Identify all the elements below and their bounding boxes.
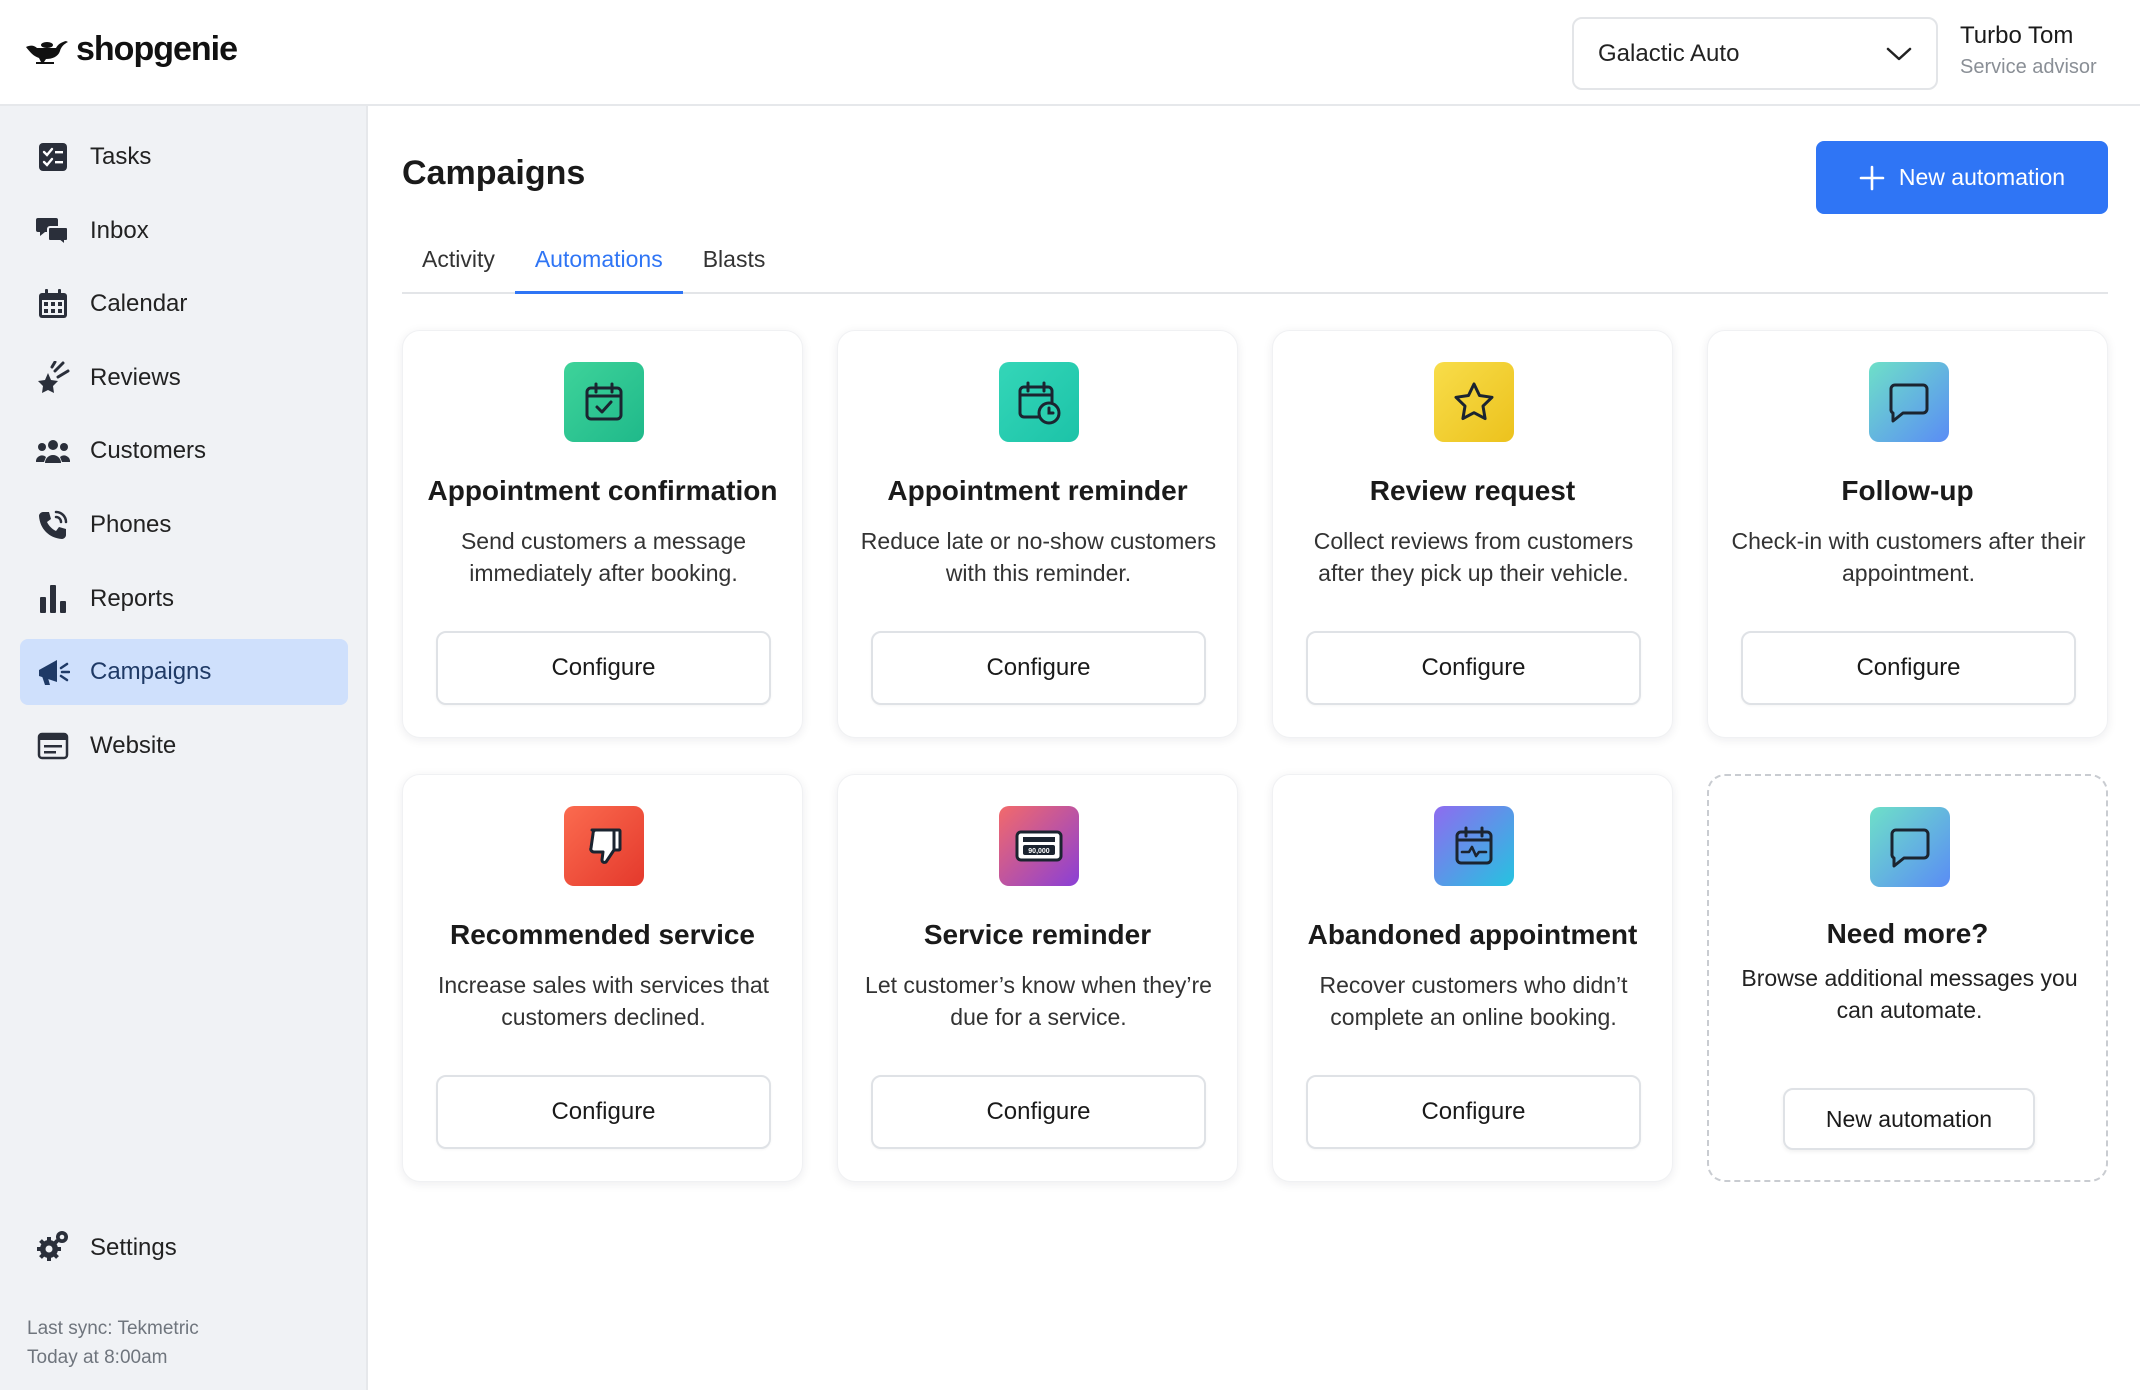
sidebar: Tasks Inbox Calendar Reviews Customers P… xyxy=(0,106,368,1390)
website-icon xyxy=(36,729,70,763)
automation-card-abandoned-appointment: Abandoned appointment Recover customers … xyxy=(1272,774,1673,1182)
reviews-icon xyxy=(36,360,70,395)
automation-card-review-request: Review request Collect reviews from cust… xyxy=(1272,330,1673,738)
card-description: Send customers a message immediately aft… xyxy=(460,528,747,586)
sidebar-item-label: Phones xyxy=(90,510,172,538)
configure-button[interactable]: Configure xyxy=(436,1075,771,1149)
sidebar-item-website[interactable]: Website xyxy=(20,713,348,779)
tab-blasts[interactable]: Blasts xyxy=(683,242,786,294)
user-role: Service advisor xyxy=(1960,56,2097,78)
user-menu[interactable]: Turbo Tom Service advisor xyxy=(1960,22,2097,79)
configure-button[interactable]: Configure xyxy=(871,1075,1206,1149)
sidebar-item-label: Calendar xyxy=(90,290,188,318)
automation-card-appointment-reminder: Appointment reminder Reduce late or no-s… xyxy=(837,330,1238,738)
card-title: Abandoned appointment xyxy=(1307,919,1638,950)
shop-selector-value: Galactic Auto xyxy=(1598,39,1740,67)
card-title: Follow-up xyxy=(1841,475,1974,506)
sidebar-nav: Tasks Inbox Calendar Reviews Customers P… xyxy=(20,124,348,786)
configure-button[interactable]: Configure xyxy=(1306,1075,1641,1149)
customers-icon xyxy=(36,434,70,468)
star-icon xyxy=(1434,362,1514,442)
new-automation-label: New automation xyxy=(1898,164,2066,190)
shop-selector[interactable]: Galactic Auto xyxy=(1572,17,1938,90)
sidebar-item-tasks[interactable]: Tasks xyxy=(20,124,348,190)
new-automation-button[interactable]: New automation xyxy=(1816,141,2108,214)
sidebar-item-label: Customers xyxy=(90,437,207,465)
gear-icon xyxy=(36,1228,70,1267)
automation-card-recommended-service: Recommended service Increase sales with … xyxy=(402,774,803,1182)
sidebar-item-reviews[interactable]: Reviews xyxy=(20,345,348,411)
card-description: Recover customers who didn’t complete an… xyxy=(1319,972,1628,1030)
card-title: Need more? xyxy=(1826,918,1989,949)
settings-label: Settings xyxy=(90,1233,177,1261)
sidebar-item-campaigns[interactable]: Campaigns xyxy=(20,639,348,706)
need-more-card: Need more? Browse additional messages yo… xyxy=(1707,774,2108,1182)
card-description: Let customer’s know when they’re due for… xyxy=(865,972,1212,1030)
sync-status: Last sync: Tekmetric Today at 8:00am xyxy=(27,1314,199,1372)
sidebar-item-label: Reports xyxy=(90,584,175,612)
card-description: Reduce late or no-show customers with th… xyxy=(860,528,1217,586)
calendar-pulse-icon xyxy=(1434,806,1514,886)
sync-time: Today at 8:00am xyxy=(27,1347,168,1368)
configure-button[interactable]: Configure xyxy=(871,631,1206,705)
sync-source: Last sync: Tekmetric xyxy=(27,1318,199,1339)
card-description: Browse additional messages you can autom… xyxy=(1741,965,2078,1023)
thumbs-down-icon xyxy=(564,806,644,886)
odometer-reading: 90,000 xyxy=(1028,848,1050,855)
card-title: Appointment reminder xyxy=(887,475,1188,506)
configure-button[interactable]: Configure xyxy=(1741,631,2076,705)
sidebar-item-label: Reviews xyxy=(90,363,181,391)
phone-icon xyxy=(36,508,70,542)
sidebar-item-phones[interactable]: Phones xyxy=(20,492,348,558)
sidebar-item-label: Tasks xyxy=(90,143,152,170)
sidebar-item-label: Campaigns xyxy=(90,658,212,686)
tab-activity[interactable]: Activity xyxy=(402,242,515,294)
chat-bubble-icon xyxy=(1869,362,1949,442)
sidebar-item-calendar[interactable]: Calendar xyxy=(20,271,348,337)
automation-card-follow-up: Follow-up Check-in with customers after … xyxy=(1707,330,2108,738)
tasks-icon xyxy=(36,140,70,174)
calendar-check-icon xyxy=(564,362,644,442)
card-title: Review request xyxy=(1369,475,1576,506)
sidebar-item-inbox[interactable]: Inbox xyxy=(20,198,348,264)
automation-card-service-reminder: 90,000 Service reminder Let customer’s k… xyxy=(837,774,1238,1182)
card-description: Check-in with customers after their appo… xyxy=(1731,528,2086,586)
configure-button[interactable]: Configure xyxy=(436,631,771,705)
sidebar-item-label: Inbox xyxy=(90,216,149,244)
plus-icon xyxy=(1859,165,1885,190)
genie-lamp-icon xyxy=(26,40,68,64)
odometer-icon: 90,000 xyxy=(999,806,1079,886)
chevron-down-icon xyxy=(1886,47,1912,60)
sidebar-item-reports[interactable]: Reports xyxy=(20,566,348,632)
tab-bar: Activity Automations Blasts xyxy=(402,242,2108,294)
card-title: Appointment confirmation xyxy=(427,475,778,506)
calendar-clock-icon xyxy=(999,362,1079,442)
reports-icon xyxy=(36,582,70,616)
card-title: Recommended service xyxy=(449,919,756,950)
automation-card-appointment-confirmation: Appointment confirmation Send customers … xyxy=(402,330,803,738)
tab-automations[interactable]: Automations xyxy=(514,242,683,294)
card-description: Collect reviews from customers after the… xyxy=(1313,528,1634,586)
inbox-icon xyxy=(36,214,70,248)
sidebar-item-customers[interactable]: Customers xyxy=(20,418,348,484)
sidebar-item-label: Website xyxy=(90,731,177,759)
user-name: Turbo Tom xyxy=(1960,22,2074,49)
page-title: Campaigns xyxy=(402,154,586,192)
calendar-icon xyxy=(36,287,70,321)
configure-button[interactable]: Configure xyxy=(1306,631,1641,705)
card-description: Increase sales with services that custom… xyxy=(437,972,770,1030)
logo-text: shopgenie xyxy=(76,30,238,68)
need-more-new-automation-button[interactable]: New automation xyxy=(1783,1088,2035,1150)
card-title: Service reminder xyxy=(923,919,1152,950)
sidebar-item-settings[interactable]: Settings xyxy=(36,1228,177,1267)
logo[interactable]: shopgenie xyxy=(24,30,238,69)
chat-bubble-icon xyxy=(1870,807,1950,887)
megaphone-icon xyxy=(36,655,70,689)
top-bar: shopgenie Galactic Auto Turbo Tom Servic… xyxy=(0,0,2140,106)
